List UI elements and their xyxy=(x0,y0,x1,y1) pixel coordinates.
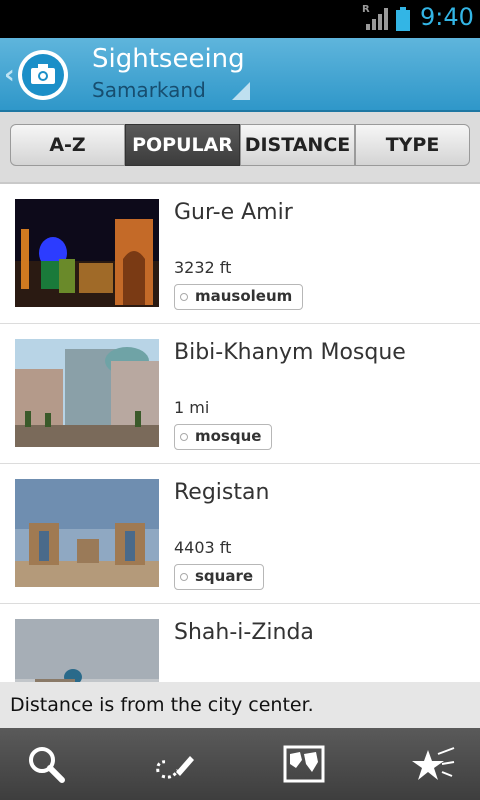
places-list[interactable]: Gur-e Amir 3232 ft mausoleum Bibi-Khanym… xyxy=(0,184,480,682)
battery-icon xyxy=(396,7,410,31)
status-clock: 9:40 xyxy=(420,3,474,31)
place-type-tag[interactable]: mosque xyxy=(174,424,273,450)
list-item[interactable]: Registan 4403 ft square xyxy=(0,464,480,604)
place-photo xyxy=(15,199,159,307)
search-icon[interactable] xyxy=(24,742,68,786)
favorites-star-icon[interactable] xyxy=(412,742,456,786)
tag-icon xyxy=(178,571,190,583)
tab-label: DISTANCE xyxy=(244,134,351,156)
status-bar: R 9:40 xyxy=(0,0,480,38)
tab-label: A-Z xyxy=(49,134,86,156)
action-bar: ‹ Sightseeing Samarkand xyxy=(0,38,480,112)
sort-tabs: A-Z POPULAR DISTANCE TYPE xyxy=(0,112,480,184)
place-name: Registan xyxy=(174,480,270,505)
dropdown-triangle-icon[interactable] xyxy=(232,82,250,100)
tag-icon xyxy=(178,291,190,303)
signal-icon xyxy=(366,8,388,30)
tag-label: mosque xyxy=(195,427,262,445)
tab-label: POPULAR xyxy=(132,134,233,156)
place-distance: 4403 ft xyxy=(174,538,232,557)
page-title: Sightseeing xyxy=(92,44,245,74)
tag-label: square xyxy=(195,567,254,585)
distance-note: Distance is from the city center. xyxy=(0,682,480,728)
camera-icon xyxy=(31,64,55,84)
place-type-tag[interactable]: mausoleum xyxy=(174,284,304,310)
city-selector[interactable]: Samarkand xyxy=(92,78,206,102)
tab-label: TYPE xyxy=(385,134,440,156)
tab-popular[interactable]: POPULAR xyxy=(125,124,240,166)
place-photo xyxy=(15,339,159,447)
tab-distance[interactable]: DISTANCE xyxy=(240,124,355,166)
back-chevron-icon[interactable]: ‹ xyxy=(4,60,15,90)
tag-label: mausoleum xyxy=(195,287,293,305)
list-item[interactable]: Bibi-Khanym Mosque 1 mi mosque xyxy=(0,324,480,464)
bottom-toolbar xyxy=(0,728,480,800)
route-pen-icon[interactable] xyxy=(152,742,196,786)
tab-type[interactable]: TYPE xyxy=(355,124,470,166)
map-icon[interactable] xyxy=(282,742,326,786)
place-name: Shah-i-Zinda xyxy=(174,620,314,645)
place-name: Gur-e Amir xyxy=(174,200,293,225)
place-photo xyxy=(15,479,159,587)
place-name: Bibi-Khanym Mosque xyxy=(174,340,406,365)
app-home-button[interactable] xyxy=(18,50,68,100)
place-distance: 1 mi xyxy=(174,398,210,417)
tab-a-z[interactable]: A-Z xyxy=(10,124,125,166)
place-type-tag[interactable]: square xyxy=(174,564,265,590)
list-item[interactable]: Gur-e Amir 3232 ft mausoleum xyxy=(0,184,480,324)
place-photo xyxy=(15,619,159,682)
list-item[interactable]: Shah-i-Zinda xyxy=(0,604,480,682)
place-distance: 3232 ft xyxy=(174,258,232,277)
tag-icon xyxy=(178,431,190,443)
